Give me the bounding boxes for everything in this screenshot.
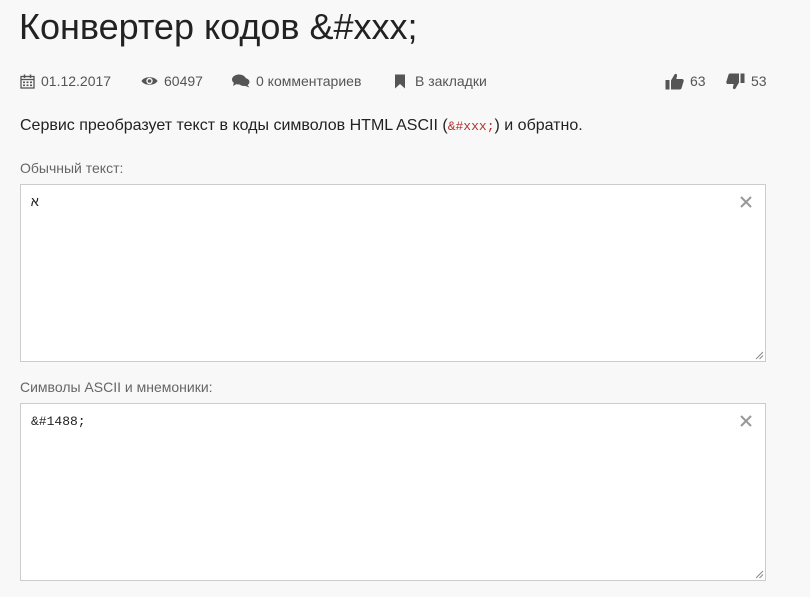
like-button[interactable]: 63 <box>665 72 706 90</box>
ascii-text-label: Символы ASCII и мнемоники: <box>20 379 213 395</box>
ascii-text-input[interactable]: &#1488; <box>21 404 765 580</box>
eye-icon <box>141 77 158 85</box>
plain-text-input[interactable]: א <box>21 185 765 361</box>
plain-text-field: א <box>20 184 766 362</box>
close-icon[interactable] <box>739 195 753 209</box>
description-text-after: ) и обратно. <box>494 117 583 134</box>
page-title: Конвертер кодов &#xxx; <box>19 6 418 47</box>
post-meta: 01.12.2017 60497 0 комментариев В заклад… <box>20 72 770 90</box>
views-count: 60497 <box>164 73 203 89</box>
bookmark-icon <box>395 74 405 88</box>
comments-count: 0 комментариев <box>256 73 362 89</box>
likes-count: 63 <box>690 73 706 89</box>
bookmark-link[interactable]: В закладки <box>394 72 487 90</box>
service-description: Сервис преобразует текст в коды символов… <box>20 115 583 138</box>
ascii-text-field: &#1488; <box>20 403 766 581</box>
views-info: 60497 <box>141 72 203 90</box>
resize-handle-icon[interactable] <box>755 570 764 579</box>
resize-handle-icon[interactable] <box>755 351 764 360</box>
comments-icon <box>232 74 250 88</box>
close-icon[interactable] <box>739 414 753 428</box>
calendar-icon <box>20 74 35 89</box>
dislike-button[interactable]: 53 <box>726 72 767 90</box>
thumbs-up-icon <box>665 73 684 89</box>
description-text-before: Сервис преобразует текст в коды символов… <box>20 117 448 134</box>
date-info: 01.12.2017 <box>20 72 111 90</box>
dislikes-count: 53 <box>751 73 767 89</box>
thumbs-down-icon <box>726 73 745 89</box>
plain-text-label: Обычный текст: <box>20 160 124 176</box>
comments-link[interactable]: 0 комментариев <box>232 72 361 90</box>
code-sample: &#xxx; <box>447 119 495 134</box>
bookmark-label: В закладки <box>415 73 487 89</box>
post-date: 01.12.2017 <box>41 73 112 89</box>
